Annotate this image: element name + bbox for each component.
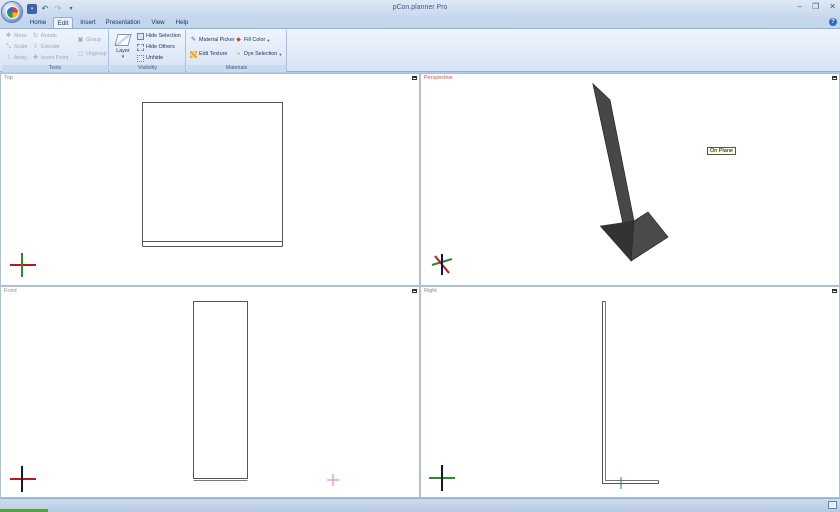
- close-icon[interactable]: ✕: [829, 2, 836, 11]
- insert-point-icon: ✚: [32, 55, 39, 61]
- tools-group-label: Tools: [2, 65, 108, 72]
- fill-color-dropdown-icon: ▾: [267, 38, 270, 43]
- materials-group-label: Materials: [187, 65, 286, 72]
- quick-access-toolbar: ▪ ↶ ↷ ▾: [27, 3, 76, 14]
- extrude-icon: ⇧: [32, 44, 39, 50]
- tab-edit[interactable]: Edit: [53, 17, 73, 28]
- status-bar: [0, 498, 840, 512]
- ungroup-button[interactable]: ▢ Ungroup: [77, 50, 107, 59]
- snap-tooltip: On Plane: [707, 147, 736, 155]
- axis-cross-icon: [10, 466, 36, 492]
- scale-icon: ⤡: [6, 44, 11, 50]
- visibility-group: Layer ▾ Hide Selection Hide Others Unhid…: [110, 30, 186, 72]
- hide-others-label: Hide Others: [146, 44, 175, 50]
- redo-icon[interactable]: ↷: [53, 4, 63, 14]
- axis-cross-icon: [10, 253, 36, 277]
- unhide-icon: [137, 55, 144, 62]
- status-window-icon[interactable]: [828, 501, 837, 509]
- restore-icon[interactable]: ❐: [812, 2, 819, 11]
- unhide-label: Unhide: [146, 55, 164, 61]
- viewport-right[interactable]: Right: [420, 286, 840, 498]
- hide-selection-label: Hide Selection: [146, 33, 181, 39]
- front-view-canvas: [10, 301, 339, 492]
- hide-selection-button[interactable]: Hide Selection: [137, 32, 181, 41]
- viewport-top[interactable]: Top: [0, 73, 420, 286]
- fill-color-label: Fill Color: [244, 37, 266, 43]
- window-title: pCon.planner Pro: [392, 4, 448, 11]
- insert-point-label: Insert Point: [41, 55, 69, 61]
- rotate-icon: ↻: [32, 33, 39, 39]
- materials-group: ✎ Material Picker ◆ Fill Color ▾ Edit Textu…: [187, 30, 287, 72]
- rotate-label: Rotate: [41, 33, 57, 39]
- group-icon: ▣: [77, 37, 84, 43]
- customize-toolbar-icon[interactable]: ▾: [66, 4, 76, 14]
- perspective-axis-icon: [431, 254, 453, 275]
- undo-icon[interactable]: ↶: [40, 4, 50, 14]
- eyedropper-icon: ✎: [190, 37, 197, 43]
- tools-group: ✥ Move ↻ Rotate ⤡ Scale ⇧ Extrude ⁞ Array ✚ In…: [2, 30, 109, 72]
- array-button[interactable]: ⁞ Array: [5, 54, 27, 63]
- tab-insert[interactable]: Insert: [77, 17, 99, 28]
- extrude-label: Extrude: [41, 44, 60, 50]
- array-label: Array: [14, 55, 27, 61]
- rotate-button[interactable]: ↻ Rotate: [32, 32, 57, 41]
- viewport-perspective[interactable]: Perspective On Plane: [420, 73, 840, 286]
- tab-help[interactable]: Help: [172, 17, 192, 28]
- hide-selection-icon: [137, 33, 144, 40]
- dye-icon: ◒: [236, 51, 241, 57]
- window-controls: – ❐ ✕: [798, 2, 836, 11]
- save-icon[interactable]: ▪: [27, 3, 37, 14]
- texture-icon: [190, 51, 197, 58]
- cursor-crosshair-icon: [327, 474, 339, 486]
- edit-texture-button[interactable]: Edit Texture: [190, 50, 227, 59]
- layer-icon: [114, 34, 132, 46]
- application-menu-button[interactable]: [1, 1, 23, 23]
- ungroup-icon: ▢: [77, 51, 84, 57]
- right-view-canvas: [429, 301, 659, 491]
- ribbon-tab-bar: Home Edit Insert Presentation View Help …: [0, 17, 840, 28]
- array-icon: ⁞: [7, 55, 10, 61]
- hide-others-icon: [137, 44, 144, 51]
- ungroup-label: Ungroup: [86, 51, 107, 57]
- hide-others-button[interactable]: Hide Others: [137, 43, 175, 52]
- dye-selection-button[interactable]: ◒ Dye Selection ▾: [235, 50, 282, 59]
- dye-selection-label: Dye Selection: [244, 51, 278, 57]
- object-right-outline: [602, 301, 659, 484]
- fill-color-button[interactable]: ◆ Fill Color ▾: [235, 36, 270, 45]
- material-picker-label: Material Picker: [199, 37, 235, 43]
- app-logo-icon: [6, 6, 19, 19]
- group-label: Group: [86, 37, 101, 43]
- move-icon: ✥: [5, 33, 12, 39]
- unhide-button[interactable]: Unhide: [137, 54, 163, 63]
- tab-view[interactable]: View: [147, 17, 169, 28]
- material-picker-button[interactable]: ✎ Material Picker: [190, 36, 235, 45]
- viewport-front[interactable]: Front: [0, 286, 420, 498]
- top-view-canvas: [10, 102, 283, 277]
- move-button[interactable]: ✥ Move: [5, 32, 27, 41]
- insert-point-button[interactable]: ✚ Insert Point: [32, 54, 68, 63]
- tab-presentation[interactable]: Presentation: [104, 17, 142, 28]
- title-bar: pCon.planner Pro ▪ ↶ ↷ ▾ – ❐ ✕: [0, 0, 840, 17]
- paint-bucket-icon: ◆: [236, 37, 241, 43]
- object-top-outline: [142, 102, 283, 242]
- dye-selection-dropdown-icon: ▾: [279, 52, 282, 57]
- layer-dropdown-icon: ▾: [121, 54, 125, 60]
- object-front-outline: [193, 301, 248, 479]
- ribbon: ✥ Move ↻ Rotate ⤡ Scale ⇧ Extrude ⁞ Array ✚ In…: [0, 28, 840, 72]
- move-label: Move: [14, 33, 28, 39]
- extrude-button[interactable]: ⇧ Extrude: [32, 43, 60, 52]
- edit-texture-label: Edit Texture: [199, 51, 228, 57]
- help-icon[interactable]: ?: [829, 18, 837, 26]
- scale-button[interactable]: ⤡ Scale: [5, 43, 28, 52]
- group-button[interactable]: ▣ Group: [77, 36, 101, 45]
- layer-button[interactable]: Layer ▾: [113, 32, 133, 62]
- scale-label: Scale: [14, 44, 28, 50]
- axis-cross-icon: [429, 465, 455, 491]
- minimize-icon[interactable]: –: [798, 2, 802, 11]
- visibility-group-label: Visibility: [110, 65, 185, 72]
- 3d-object: [592, 83, 669, 262]
- tab-home[interactable]: Home: [27, 17, 49, 28]
- perspective-view-canvas: [431, 83, 669, 275]
